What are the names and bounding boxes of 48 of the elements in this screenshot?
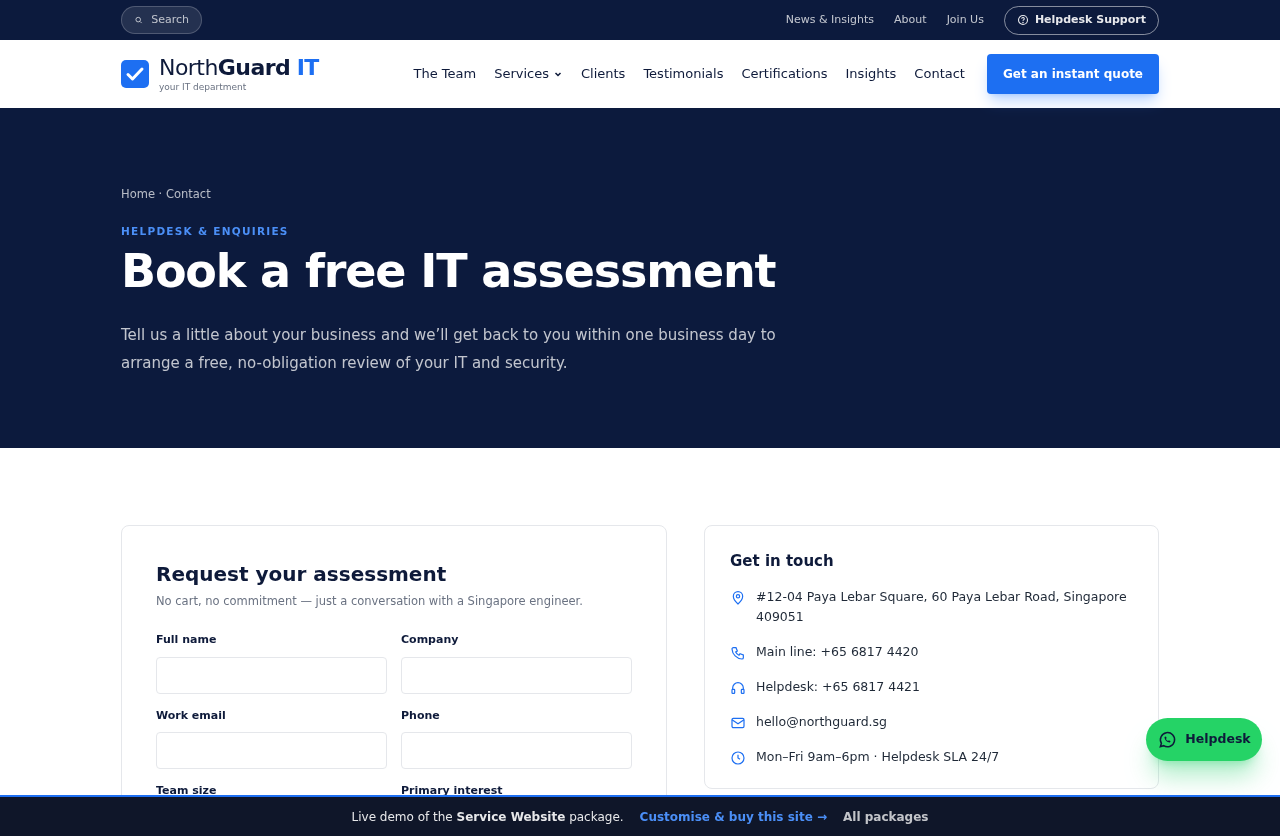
- helpdesk-chat-button[interactable]: Helpdesk: [1146, 718, 1262, 761]
- chat-phone-icon: [1157, 729, 1178, 750]
- nav-link[interactable]: The Team: [413, 64, 477, 84]
- nav-link[interactable]: Services: [494, 64, 563, 84]
- page-title: Book a free IT assessment: [121, 244, 777, 300]
- contact-title: Get in touch: [730, 551, 835, 572]
- field-label: Company: [401, 632, 460, 649]
- input-field[interactable]: [401, 732, 632, 770]
- contact-detail: #12-04 Paya Lebar Square, 60 Paya Lebar Road, Singapore 409051: [756, 587, 1128, 626]
- demo-notice: Live demo of the Service Website package.: [351, 808, 624, 826]
- phone-icon: [730, 644, 746, 661]
- contact-detail: Mon–Fri 9am–6pm · Helpdesk SLA 24/7: [756, 747, 1001, 766]
- logo-tagline: your IT department: [159, 82, 248, 92]
- contact-detail: Helpdesk: +65 6817 4421: [756, 677, 921, 696]
- instant-quote-button[interactable]: Get an instant quote: [986, 54, 1159, 94]
- search-field[interactable]: Search: [121, 6, 202, 34]
- nav-link[interactable]: Contact: [914, 64, 965, 84]
- clock-icon: [730, 749, 746, 766]
- topbar-link[interactable]: News & Insights: [785, 11, 875, 29]
- topbar-link[interactable]: About: [894, 11, 927, 29]
- nav-link[interactable]: Testimonials: [643, 64, 724, 84]
- field-label: Phone: [401, 707, 441, 724]
- field-label: Work email: [156, 707, 227, 724]
- nav-link[interactable]: Certifications: [741, 64, 828, 84]
- field-label: Primary interest: [401, 783, 504, 800]
- search-icon: [134, 14, 144, 26]
- nav-link[interactable]: Insights: [845, 64, 897, 84]
- contact-detail: Main line: +65 6817 4420: [756, 642, 920, 661]
- logo-check-icon: [121, 60, 149, 88]
- nav-link[interactable]: Clients: [580, 64, 626, 84]
- intro-paragraph: Tell us a little about your business and we’ll get back to you within one business day to arrange a free, no-obligation review of your IT and security.: [121, 325, 777, 375]
- all-packages-link[interactable]: All packages: [843, 807, 929, 826]
- input-field[interactable]: [156, 656, 387, 694]
- contact-detail: hello@northguard.sg: [756, 712, 889, 731]
- field-label: Full name: [156, 632, 218, 649]
- form-subtitle: No cart, no commitment — just a conversation with a Singapore engineer.: [156, 593, 584, 610]
- breadcrumb: Home · Contact: [121, 186, 212, 203]
- help-icon: [1016, 14, 1029, 26]
- eyebrow-label: HELPDESK & ENQUIRIES: [121, 224, 290, 240]
- field-label: Team size: [156, 783, 218, 800]
- buy-site-link[interactable]: Customise & buy this site →: [639, 807, 827, 826]
- location-pin-icon: [730, 589, 746, 606]
- input-field[interactable]: [401, 656, 632, 694]
- headset-icon: [730, 679, 746, 696]
- form-title: Request your assessment: [156, 561, 448, 588]
- topbar-link[interactable]: Join Us: [946, 11, 984, 29]
- input-field[interactable]: [156, 732, 387, 770]
- logo-wordmark: NorthGuard IT: [159, 56, 319, 79]
